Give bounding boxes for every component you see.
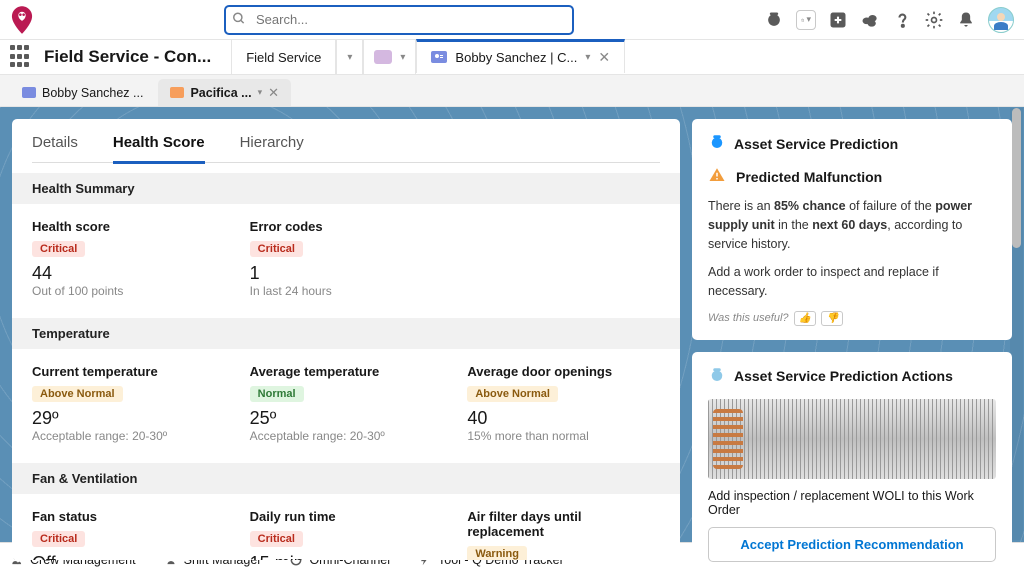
take-no-action-link[interactable]: Take No action bbox=[708, 570, 996, 572]
vertical-scrollbar-thumb[interactable] bbox=[1012, 108, 1021, 248]
nav-tab-bobby-sanchez[interactable]: Bobby Sanchez | C... ▾ ✕ bbox=[416, 39, 625, 73]
metric-value: 15 min bbox=[250, 553, 443, 560]
metric-value: 1 bbox=[250, 263, 443, 284]
einstein-icon bbox=[708, 133, 726, 154]
metric-label: Current temperature bbox=[32, 364, 225, 379]
metric-value: Off bbox=[32, 553, 225, 560]
status-badge: Normal bbox=[250, 386, 304, 402]
prediction-text: There is an 85% chance of failure of the… bbox=[708, 197, 996, 253]
metric-sub: Acceptable range: 20-30º bbox=[32, 429, 225, 443]
metric-label: Error codes bbox=[250, 219, 443, 234]
metric-value: 29º bbox=[32, 408, 225, 429]
metric-label: Average door openings bbox=[467, 364, 660, 379]
metric-current-temp: Current temperature Above Normal 29º Acc… bbox=[32, 364, 225, 443]
nav-tab-chatter[interactable]: ▾ bbox=[363, 40, 416, 74]
metric-sub: 15% more than normal bbox=[467, 429, 660, 443]
metric-error-codes: Error codes Critical 1 In last 24 hours bbox=[250, 219, 443, 298]
einstein-icon bbox=[708, 366, 726, 387]
metric-value: 44 bbox=[32, 263, 225, 284]
user-avatar[interactable] bbox=[988, 7, 1014, 33]
metric-run-time: Daily run time Critical 15 min Expected … bbox=[250, 509, 443, 560]
section-fan-ventilation: Fan & Ventilation bbox=[12, 463, 680, 494]
tab-health-score[interactable]: Health Score bbox=[113, 134, 205, 164]
actions-description: Add inspection / replacement WOLI to thi… bbox=[708, 489, 996, 517]
predicted-malfunction-title: Predicted Malfunction bbox=[736, 169, 882, 185]
section-temperature: Temperature bbox=[12, 318, 680, 349]
status-badge: Critical bbox=[32, 241, 85, 257]
contact-icon bbox=[431, 51, 447, 63]
metric-label: Average temperature bbox=[250, 364, 443, 379]
metric-fan-status: Fan status Critical Off Last turned on 2… bbox=[32, 509, 225, 560]
speech-bubble-icon bbox=[374, 50, 392, 64]
nav-tab-field-service[interactable]: Field Service bbox=[231, 40, 336, 74]
app-launcher-icon[interactable] bbox=[10, 45, 34, 69]
metric-air-filter: Air filter days until replacement Warnin… bbox=[467, 509, 660, 560]
global-search-input[interactable] bbox=[224, 5, 574, 35]
metric-label: Air filter days until replacement bbox=[467, 509, 660, 539]
thumbs-up-button[interactable]: 👍 bbox=[794, 311, 816, 326]
actions-card-title: Asset Service Prediction Actions bbox=[734, 368, 953, 384]
search-icon bbox=[232, 11, 246, 28]
asset-service-prediction-card: Asset Service Prediction Predicted Malfu… bbox=[692, 119, 1012, 340]
notifications-bell-icon[interactable] bbox=[956, 10, 976, 30]
health-score-card: Details Health Score Hierarchy Health Su… bbox=[12, 119, 680, 560]
metric-label: Daily run time bbox=[250, 509, 443, 524]
close-tab-icon[interactable]: ✕ bbox=[598, 49, 610, 66]
subtab-label: Bobby Sanchez ... bbox=[42, 86, 143, 100]
section-health-summary: Health Summary bbox=[12, 173, 680, 204]
nav-tab-label: Bobby Sanchez | C... bbox=[455, 50, 577, 65]
prediction-card-title: Asset Service Prediction bbox=[734, 136, 898, 152]
tab-details[interactable]: Details bbox=[32, 134, 78, 162]
condenser-coil-image bbox=[708, 399, 996, 479]
chevron-down-icon[interactable]: ▾ bbox=[258, 87, 263, 98]
status-badge: Critical bbox=[32, 531, 85, 547]
contact-icon bbox=[22, 87, 36, 98]
metric-value: 25º bbox=[250, 408, 443, 429]
add-icon[interactable] bbox=[828, 10, 848, 30]
subtab-label: Pacifica ... bbox=[190, 86, 251, 100]
settings-gear-icon[interactable] bbox=[924, 10, 944, 30]
prediction-cta-text: Add a work order to inspect and replace … bbox=[708, 263, 996, 301]
asset-service-prediction-actions-card: Asset Service Prediction Actions Add ins… bbox=[692, 352, 1012, 572]
status-badge: Warning bbox=[467, 546, 527, 560]
metric-sub: Acceptable range: 20-30º bbox=[250, 429, 443, 443]
metric-sub: In last 24 hours bbox=[250, 284, 443, 298]
chevron-down-icon[interactable]: ▾ bbox=[585, 52, 590, 63]
asset-icon bbox=[170, 87, 184, 98]
status-badge: Critical bbox=[250, 531, 303, 547]
status-badge: Above Normal bbox=[467, 386, 558, 402]
metric-average-temp: Average temperature Normal 25º Acceptabl… bbox=[250, 364, 443, 443]
help-question-icon[interactable] bbox=[892, 10, 912, 30]
metric-value: 40 bbox=[467, 408, 660, 429]
app-name: Field Service - Con... bbox=[44, 47, 231, 67]
subtab-pacifica[interactable]: Pacifica ... ▾ ✕ bbox=[158, 79, 291, 106]
app-logo-pin-icon[interactable] bbox=[10, 8, 34, 32]
salesforce-help-icon[interactable] bbox=[860, 10, 880, 30]
subtab-bobby-sanchez[interactable]: Bobby Sanchez ... bbox=[10, 79, 155, 106]
favorites-dropdown[interactable]: ▾ bbox=[796, 10, 816, 30]
metric-health-score: Health score Critical 44 Out of 100 poin… bbox=[32, 219, 225, 298]
close-subtab-icon[interactable]: ✕ bbox=[268, 85, 279, 101]
metric-door-openings: Average door openings Above Normal 40 15… bbox=[467, 364, 660, 443]
metric-sub: Out of 100 points bbox=[32, 284, 225, 298]
was-this-useful-label: Was this useful? bbox=[708, 312, 789, 324]
status-badge: Above Normal bbox=[32, 386, 123, 402]
status-badge: Critical bbox=[250, 241, 303, 257]
nav-tab-field-service-dropdown[interactable]: ▾ bbox=[336, 40, 363, 74]
tab-hierarchy[interactable]: Hierarchy bbox=[240, 134, 304, 162]
einstein-icon[interactable] bbox=[764, 10, 784, 30]
thumbs-down-button[interactable]: 👎 bbox=[821, 311, 843, 326]
metric-label: Health score bbox=[32, 219, 225, 234]
accept-recommendation-button[interactable]: Accept Prediction Recommendation bbox=[708, 527, 996, 562]
nav-tab-label: Field Service bbox=[246, 50, 321, 65]
warning-icon bbox=[708, 166, 726, 187]
metric-label: Fan status bbox=[32, 509, 225, 524]
